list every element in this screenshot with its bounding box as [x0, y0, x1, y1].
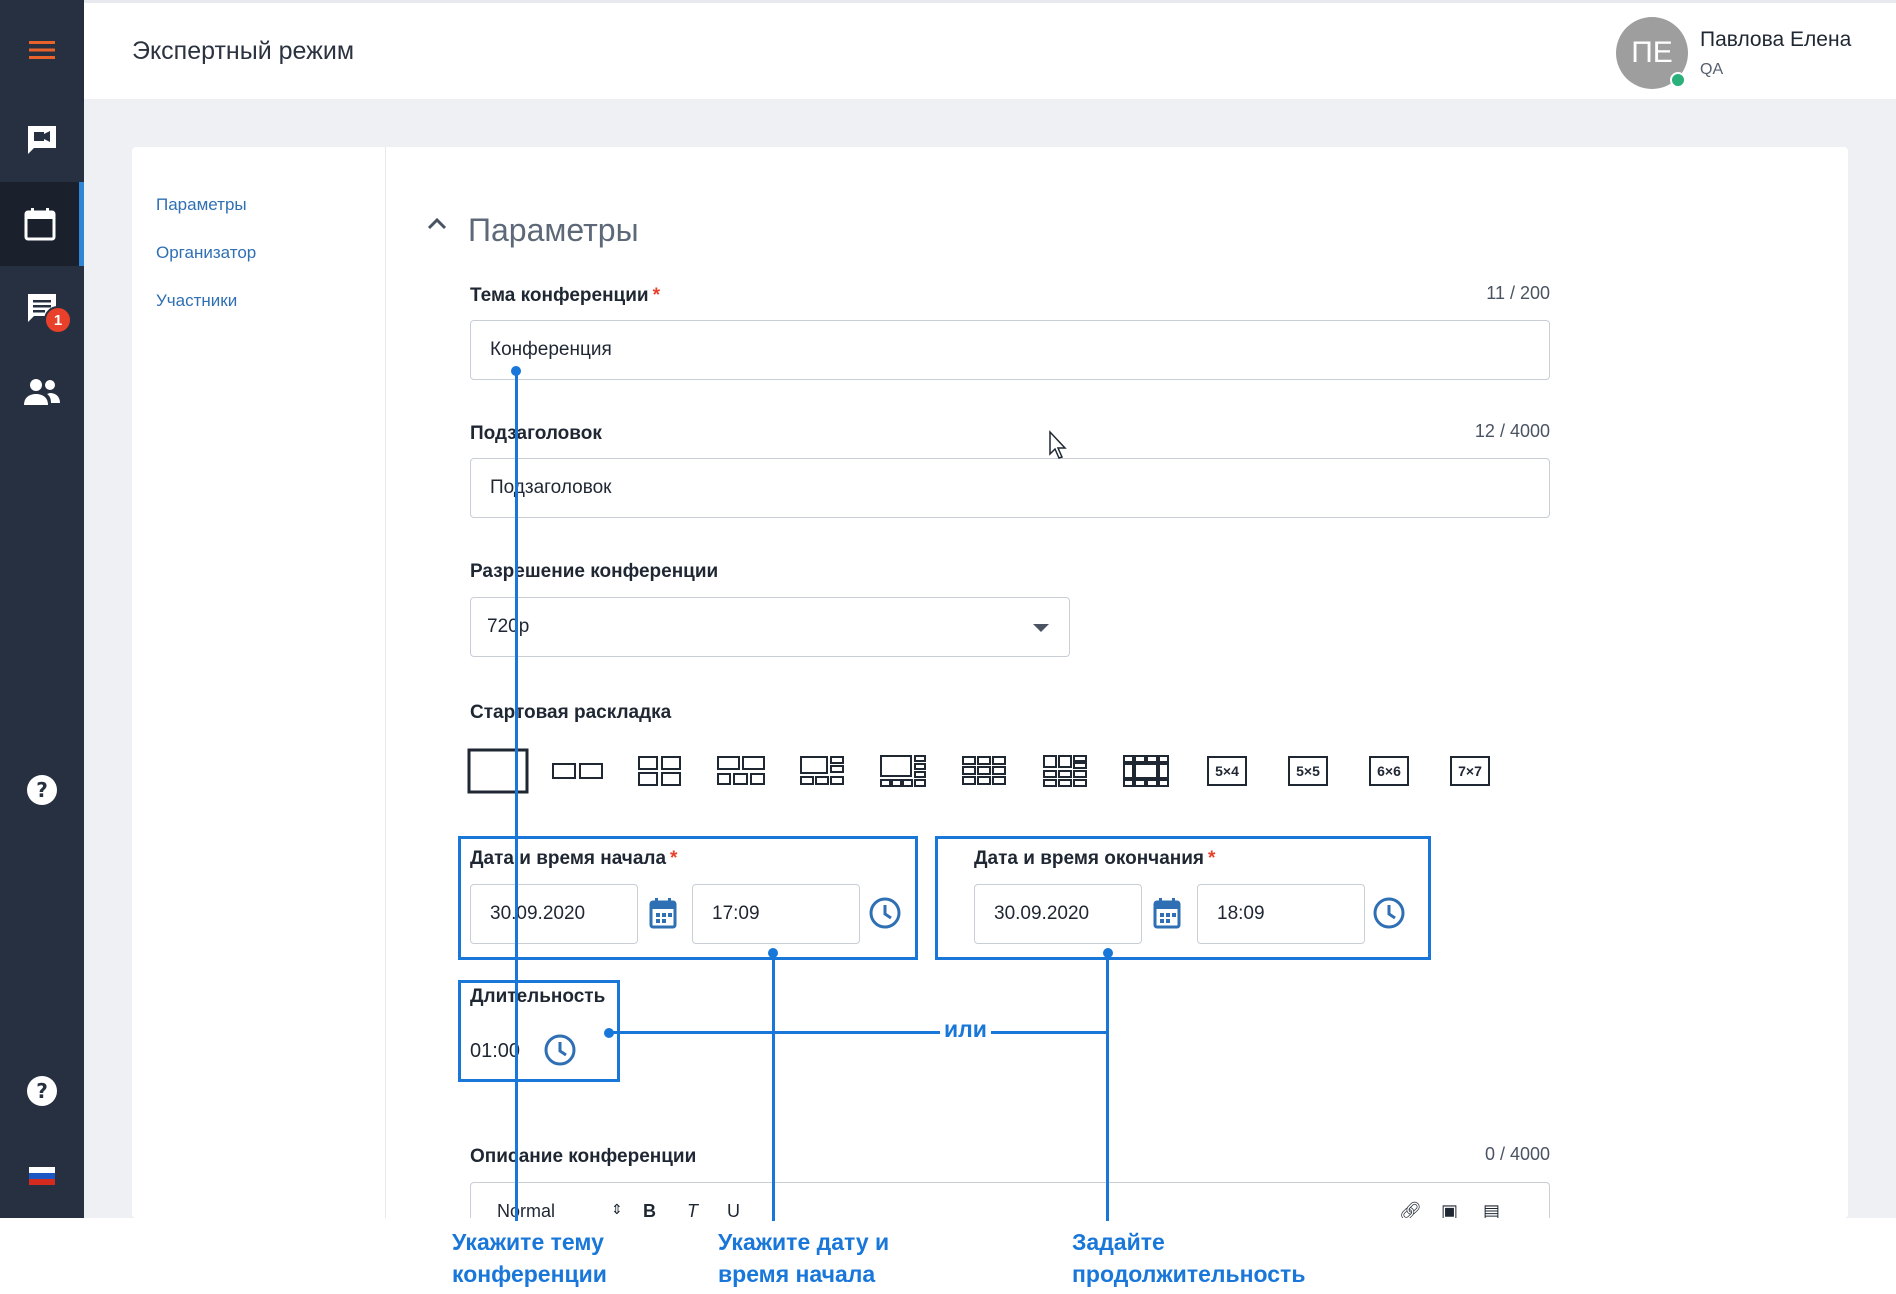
mouse-cursor-icon: [1049, 430, 1067, 459]
topic-caption: Укажите тему конференции: [452, 1226, 607, 1290]
sidebar-item-conferences[interactable]: [0, 98, 84, 182]
help-icon: ?: [27, 1076, 57, 1106]
end-datetime-highlight: [935, 836, 1431, 960]
sidebar-item-calendar[interactable]: [0, 182, 84, 266]
duration-caption-line: продолжительность: [1072, 1261, 1306, 1287]
sidebar-item-support[interactable]: ?: [0, 1049, 84, 1133]
layout-option-1[interactable]: [466, 746, 530, 796]
or-label: или: [940, 1016, 991, 1043]
nav-link-organizer[interactable]: Организатор: [156, 243, 256, 263]
layout-2-3-icon: [717, 756, 765, 785]
layout-option-3-3[interactable]: [790, 746, 854, 796]
layout-option-7x7[interactable]: 7×7: [1438, 746, 1502, 796]
resolution-select[interactable]: 720p: [470, 597, 1070, 657]
duration-caption: Задайте продолжительность: [1072, 1226, 1305, 1290]
layout-option-2-8[interactable]: [1033, 746, 1097, 796]
help-icon: ?: [27, 775, 57, 805]
sidebar-item-chats[interactable]: 1: [0, 266, 84, 350]
start-connector-line: [772, 953, 775, 1221]
user-role: QA: [1700, 61, 1724, 78]
nav-link-participants[interactable]: Участники: [156, 291, 237, 311]
start-caption-line: время начала: [718, 1261, 876, 1287]
layout-option-6x6[interactable]: 6×6: [1357, 746, 1421, 796]
layout-option-5x4[interactable]: 5×4: [1195, 746, 1259, 796]
layout-grid-2x2-icon: [638, 756, 681, 786]
nav-link-parameters[interactable]: Параметры: [156, 195, 247, 215]
start-caption: Укажите дату и время начала: [718, 1226, 889, 1290]
menu-button[interactable]: [0, 8, 84, 92]
caption-area: [0, 1218, 1896, 1294]
settings-card: [132, 147, 1848, 1218]
language-switcher[interactable]: [0, 1134, 84, 1218]
topic-caption-line: Укажите тему: [452, 1229, 604, 1255]
layout-option-3x3[interactable]: [952, 746, 1016, 796]
section-title: Параметры: [468, 212, 639, 248]
page-title: Экспертный режим: [132, 37, 355, 65]
or-connector-line: [609, 1031, 1107, 1034]
subtitle-label: Подзаголовок: [470, 423, 602, 444]
layout-5x5-label: 5×5: [1288, 756, 1328, 786]
online-status-indicator: [1670, 72, 1686, 88]
start-datetime-highlight: [458, 836, 918, 960]
layout-grid-4x3-icon: [1123, 755, 1169, 787]
layout-label: Стартовая раскладка: [470, 702, 672, 723]
duration-caption-line: Задайте: [1072, 1229, 1165, 1255]
sidebar-item-help[interactable]: ?: [0, 748, 84, 832]
required-marker: *: [652, 285, 661, 306]
topic-counter: 11 / 200: [1486, 283, 1550, 303]
layout-option-1-5[interactable]: [871, 746, 935, 796]
description-counter: 0 / 4000: [1484, 1144, 1550, 1164]
topic-label-text: Тема конференции: [470, 285, 649, 306]
layout-1-5-icon: [880, 755, 926, 787]
layout-two-icon: [552, 763, 603, 779]
layout-option-2-3[interactable]: [709, 746, 773, 796]
svg-text:?: ?: [36, 778, 48, 802]
resolution-label: Разрешение конференции: [470, 561, 719, 582]
subtitle-counter: 12 / 4000: [1474, 421, 1550, 441]
layout-option-2x2[interactable]: [628, 746, 692, 796]
subtitle-input[interactable]: Подзаголовок: [470, 458, 1550, 518]
calendar-icon: [24, 208, 55, 241]
sidebar-item-contacts[interactable]: [0, 350, 84, 434]
description-label: Описание конференции: [470, 1146, 697, 1167]
contacts-icon: [24, 379, 60, 405]
layout-3-3-icon: [800, 756, 844, 785]
layout-7x7-label: 7×7: [1450, 756, 1490, 786]
dropdown-arrow-icon: [1033, 624, 1049, 632]
topic-connector-line: [515, 371, 518, 1221]
user-name[interactable]: Павлова Елена: [1700, 28, 1851, 52]
topic-input[interactable]: Конференция: [470, 320, 1550, 380]
topic-label: Тема конференции *: [470, 285, 660, 307]
layout-single-icon: [467, 748, 529, 794]
russian-flag-icon: [29, 1167, 55, 1185]
start-caption-line: Укажите дату и: [718, 1229, 890, 1255]
layout-grid-3x3-icon: [962, 756, 1006, 785]
layout-5x4-label: 5×4: [1207, 756, 1247, 786]
unread-badge: 1: [44, 306, 72, 334]
sidebar: 1 ? ?: [0, 0, 84, 1218]
topic-caption-line: конференции: [452, 1261, 607, 1287]
duration-highlight: [458, 980, 620, 1082]
hamburger-menu-icon: [29, 41, 55, 59]
layout-option-5x5[interactable]: 5×5: [1276, 746, 1340, 796]
section-nav: Параметры Организатор Участники: [132, 147, 386, 1218]
video-chat-icon: [28, 126, 56, 154]
format-dropdown-icon[interactable]: ⇕: [611, 1201, 623, 1218]
layout-option-2[interactable]: [546, 746, 610, 796]
layout-option-4x3[interactable]: [1114, 746, 1178, 796]
layout-2-8-icon: [1043, 755, 1087, 787]
end-connector-line: [1106, 953, 1109, 1221]
svg-text:?: ?: [36, 1079, 48, 1103]
layout-6x6-label: 6×6: [1369, 756, 1409, 786]
resolution-value: 720p: [487, 616, 530, 637]
top-header: Экспертный режим ПЕ Павлова Елена QA: [84, 0, 1896, 99]
collapse-chevron-icon[interactable]: [426, 216, 448, 232]
